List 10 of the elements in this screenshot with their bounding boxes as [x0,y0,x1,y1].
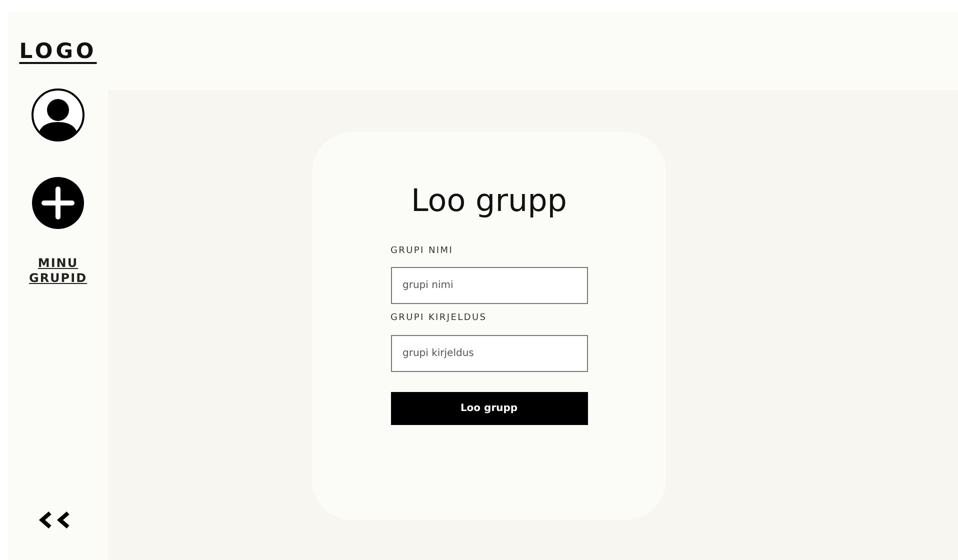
add-icon[interactable] [31,176,85,230]
sidebar-item[interactable]: MINU GRUPID [23,256,93,286]
form-title: Loo grupp [411,182,567,221]
profile-icon[interactable] [31,88,85,142]
field-label: GRUPI KIRJELDUS [390,312,488,325]
input-field[interactable]: grupi kirjeldus [390,334,588,372]
logo[interactable]: LOGO [19,36,97,68]
field-label: GRUPI NIMI [390,244,454,258]
submit-button[interactable]: Loo grupp [390,392,588,424]
input-field[interactable]: grupi nimi [390,267,588,304]
